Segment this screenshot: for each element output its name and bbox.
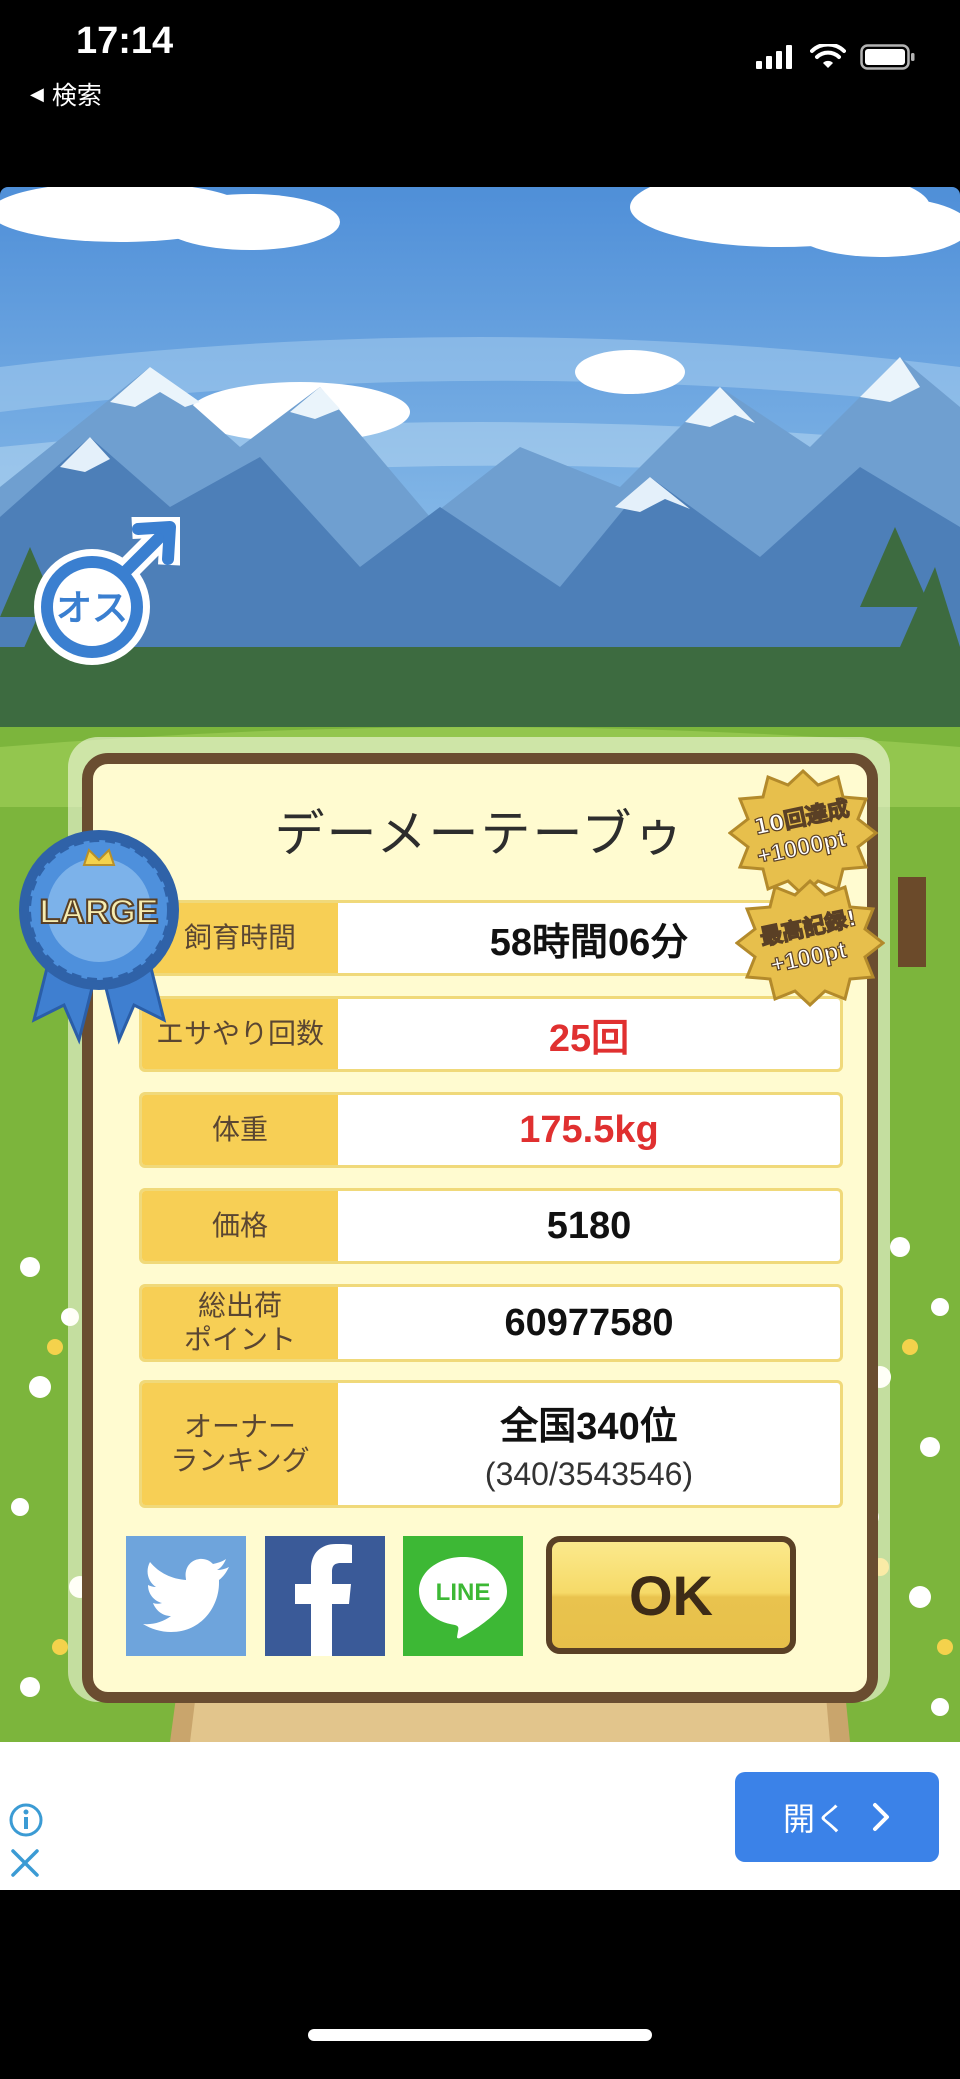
back-to-search-link[interactable]: ◀ 検索 (30, 76, 102, 112)
cellular-signal-icon (756, 45, 792, 69)
open-label: 開く (782, 1800, 847, 1838)
twitter-bird-icon (143, 1558, 229, 1632)
info-icon[interactable] (8, 1802, 44, 1838)
stat-value: 5180 (546, 1204, 632, 1247)
stat-row-owner-ranking: オーナー ランキング 全国340位 (340/3543546) (139, 1380, 843, 1508)
stat-row-feed-count: エサやり回数 25回 (139, 996, 843, 1072)
home-indicator[interactable] (308, 2029, 652, 2041)
stat-value: 175.5kg (519, 1108, 659, 1151)
size-label: LARGE (40, 893, 159, 931)
stat-label: 価格 (142, 1191, 338, 1261)
wifi-icon (810, 44, 846, 68)
facebook-share-button[interactable] (265, 1536, 385, 1656)
stat-value: 25回 (548, 1017, 630, 1060)
back-arrow-icon: ◀ (30, 83, 44, 105)
facebook-logo-icon (295, 1544, 352, 1656)
svg-text:LINE: LINE (436, 1579, 491, 1606)
battery-icon (860, 44, 915, 70)
twitter-share-button[interactable] (126, 1536, 246, 1656)
status-bar: 17:14 ◀ 検索 (0, 0, 960, 120)
ok-button[interactable]: OK (546, 1536, 796, 1654)
stat-label: 総出荷 ポイント (142, 1287, 338, 1359)
gender-label: オス (56, 588, 128, 629)
ad-banner[interactable]: 開く (0, 1742, 960, 1890)
stat-row-weight: 体重 175.5kg (139, 1092, 843, 1168)
ranking-detail: (340/3543546) (484, 1456, 694, 1492)
line-logo-icon: LINE (419, 1557, 507, 1639)
status-icons (756, 44, 916, 70)
large-size-badge: LARGE (19, 830, 179, 1045)
game-area: デーメーテーブゥ 飼育時間 58時間06分 エサやり回数 25回 体重 175.… (0, 187, 960, 1742)
stat-value: 60977580 (504, 1301, 674, 1344)
stat-row-shipment-points: 総出荷 ポイント 60977580 (139, 1284, 843, 1362)
chevron-right-icon (873, 1803, 889, 1831)
stat-label: オーナー ランキング (142, 1383, 338, 1505)
ranking-value: 全国340位 (340/3543546) (338, 1383, 840, 1505)
stat-label: 体重 (142, 1095, 338, 1165)
line-share-button[interactable]: LINE (403, 1536, 523, 1656)
open-ad-button[interactable]: 開く (735, 1772, 939, 1862)
back-label: 検索 (51, 81, 102, 110)
stat-row-price: 価格 5180 (139, 1188, 843, 1264)
ranking-main: 全国340位 (500, 1406, 678, 1448)
bonus-badge-best-record: 最高記録! +100pt (735, 878, 885, 1007)
status-time: 17:14 (76, 20, 174, 62)
male-gender-badge: オス (34, 517, 180, 665)
close-icon[interactable] (8, 1846, 42, 1880)
